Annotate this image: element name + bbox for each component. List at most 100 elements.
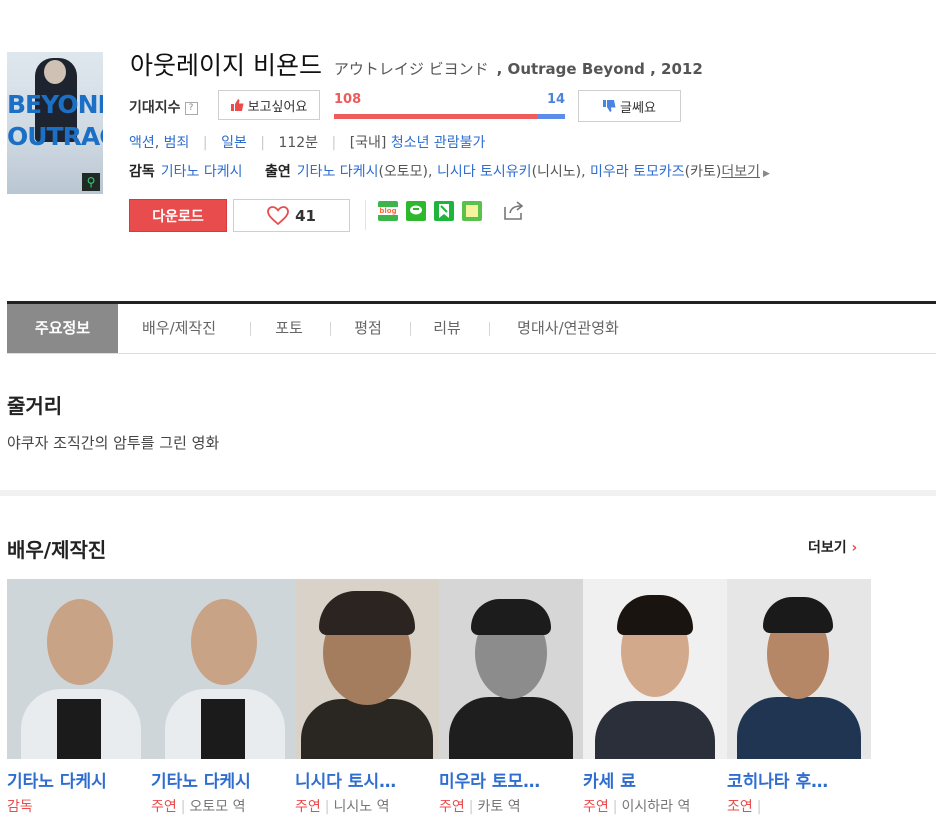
cast-heading: 배우/제작진: [7, 538, 107, 562]
talk-bubble-icon: [410, 205, 422, 215]
director-link[interactable]: 기타노 다케시: [161, 164, 243, 180]
cast-card[interactable]: 코히나타 후… 조연 |: [727, 579, 871, 816]
cast-photo[interactable]: [7, 579, 151, 759]
cast-photo[interactable]: [151, 579, 295, 759]
movie-title: 아웃레이지 비욘드: [130, 51, 322, 80]
genre-comma: ,: [154, 135, 164, 151]
blog-share-icon[interactable]: blog: [378, 201, 398, 221]
cast-photo[interactable]: [727, 579, 871, 759]
like-count: 41: [295, 206, 316, 225]
like-button[interactable]: 41: [233, 199, 350, 232]
no-count: 14: [547, 92, 566, 107]
tab-review[interactable]: 리뷰: [416, 304, 478, 353]
role-separator: |: [756, 799, 762, 815]
memo-share-icon[interactable]: [462, 201, 482, 221]
photo-head: [191, 599, 257, 685]
want-to-see-label: 보고싶어요: [247, 99, 308, 115]
thumbs-down-icon: [603, 100, 616, 112]
bookmark-share-icon[interactable]: [434, 201, 454, 221]
download-button[interactable]: 다운로드: [129, 199, 227, 232]
rating-link[interactable]: 청소년 관람불가: [391, 135, 486, 151]
expectation-bar-fill: [334, 114, 539, 119]
chevron-right-icon: ▶: [763, 169, 770, 179]
expectation-bar: [334, 114, 565, 119]
chevron-right-icon: ›: [851, 540, 858, 556]
synopsis-text: 야쿠자 조직간의 암투를 그린 영화: [7, 434, 220, 452]
photo-body: [449, 697, 573, 759]
poster-text-bottom: OUTRAGE: [7, 122, 103, 151]
movie-meta: 액션, 범죄 | 일본 | 112분 | [국내] 청소년 관람불가: [129, 132, 485, 152]
movie-poster[interactable]: BEYOND OUTRAGE ⚲: [7, 52, 103, 194]
runtime: 112분: [278, 135, 319, 151]
actor-role: (오토모): [378, 164, 429, 180]
tab-photo[interactable]: 포토: [258, 304, 320, 353]
cast-photo[interactable]: [295, 579, 439, 759]
cast-photo[interactable]: [583, 579, 727, 759]
tab-separator: [330, 322, 331, 336]
movie-title-eng: , Outrage Beyond , 2012: [496, 60, 703, 78]
tab-score[interactable]: 평점: [337, 304, 399, 353]
actor-link[interactable]: 기타노 다케시: [297, 164, 379, 180]
tab-quotes-related[interactable]: 명대사/연관영화: [503, 304, 633, 353]
divider: [365, 200, 366, 230]
cast-role: 감독: [7, 799, 33, 815]
movie-title-jp: アウトレイジ ビヨンド: [333, 60, 489, 78]
cast-name[interactable]: 기타노 다케시: [151, 767, 295, 792]
photo-body: [737, 697, 861, 759]
genre-link-action[interactable]: 액션: [129, 135, 155, 151]
country-link[interactable]: 일본: [221, 135, 247, 151]
actor-link[interactable]: 니시다 토시유키: [437, 164, 532, 180]
help-icon[interactable]: ?: [184, 101, 198, 115]
tab-separator: [489, 322, 490, 336]
more-credits-link[interactable]: 더보기: [721, 164, 760, 180]
cast-card[interactable]: 니시다 토시… 주연 | 니시노 역: [295, 579, 439, 816]
synopsis-heading: 줄거리: [7, 394, 63, 418]
actor-role: (카토): [684, 164, 722, 180]
cast-name[interactable]: 코히나타 후…: [727, 767, 871, 792]
photo-body: [595, 701, 715, 759]
share-icon[interactable]: [503, 199, 525, 221]
section-divider: [0, 490, 936, 496]
role-separator: |: [612, 799, 618, 815]
photo-body: [301, 699, 433, 759]
actor-link[interactable]: 미우라 토모카즈: [590, 164, 685, 180]
cast-role: 주연: [439, 799, 465, 815]
expectation-label: 기대지수: [129, 100, 181, 116]
photo-head: [47, 599, 113, 685]
poster-face: [44, 60, 66, 84]
want-to-see-button[interactable]: 보고싶어요: [218, 90, 320, 120]
tab-cast-crew[interactable]: 배우/제작진: [124, 304, 234, 353]
tab-separator: [250, 322, 251, 336]
cast-name[interactable]: 미우라 토모…: [439, 767, 583, 792]
meta-divider: |: [202, 135, 208, 151]
comma: ,: [428, 164, 437, 180]
cast-name[interactable]: 카세 료: [583, 767, 727, 792]
photo-shirt: [201, 699, 245, 759]
photo-hair: [319, 591, 415, 635]
tab-main-info[interactable]: 주요정보: [7, 304, 118, 353]
director-label: 감독: [129, 164, 155, 180]
cast-card[interactable]: 카세 료 주연 | 이시하라 역: [583, 579, 727, 816]
cast-role: 주연: [151, 799, 177, 815]
genre-link-crime[interactable]: 범죄: [164, 135, 190, 151]
cast-photo[interactable]: [439, 579, 583, 759]
cast-name[interactable]: 기타노 다케시: [7, 767, 151, 792]
memo-icon: [466, 205, 478, 217]
tab-bar: 주요정보 배우/제작진 포토 평점 리뷰 명대사/연관영화: [7, 304, 936, 354]
not-sure-button[interactable]: 글쎄요: [578, 90, 681, 122]
cast-card[interactable]: 기타노 다케시 주연 | 오토모 역: [151, 579, 295, 816]
role-separator: |: [468, 799, 474, 815]
rating-prefix: [국내]: [349, 135, 387, 151]
zoom-icon[interactable]: ⚲: [82, 173, 100, 191]
cast-role: 조연: [727, 799, 753, 815]
cast-character: 니시노 역: [333, 799, 390, 815]
photo-shirt: [57, 699, 101, 759]
cast-card[interactable]: 미우라 토모… 주연 | 카토 역: [439, 579, 583, 816]
cast-card[interactable]: 기타노 다케시 감독: [7, 579, 151, 816]
role-separator: |: [324, 799, 330, 815]
more-cast-link[interactable]: 더보기 ›: [808, 537, 857, 557]
talk-share-icon[interactable]: [406, 201, 426, 221]
cast-name[interactable]: 니시다 토시…: [295, 767, 439, 792]
want-count: 108: [334, 92, 362, 107]
role-separator: |: [180, 799, 186, 815]
